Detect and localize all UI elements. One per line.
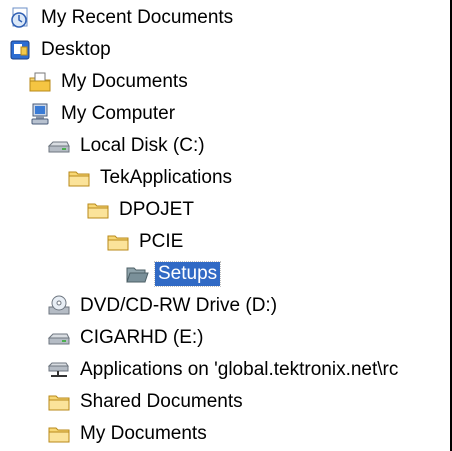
folder-icon [68,171,90,187]
hard-drive-icon [47,141,70,153]
tree-item-label: My Recent Documents [41,7,234,28]
tree-item-label: Applications on 'global.tektronix.net\rc [80,359,399,380]
tree-item-label: My Documents [80,423,207,444]
tree-item-cigarhd-e[interactable]: CIGARHD (E:) [47,324,207,352]
tree-item-label: My Documents [61,71,188,92]
folder-tree-pane: My Recent Documents Desktop My Documents [0,0,452,451]
tree-item-applications-network-drive[interactable]: Applications on 'global.tektronix.net\rc [47,356,401,384]
desktop-icon [10,40,30,60]
folder-icon [107,235,129,251]
hard-drive-icon [47,333,70,345]
folder-open-icon [126,267,149,283]
recent-documents-icon [11,7,28,28]
tree-item-local-disk-c[interactable]: Local Disk (C:) [47,132,208,160]
tree-item-my-documents-shared[interactable]: My Documents [47,420,210,448]
my-computer-icon [31,103,49,125]
tree-item-my-documents[interactable]: My Documents [28,68,191,96]
folder-icon [48,427,70,443]
tree-item-label: DVD/CD-RW Drive (D:) [80,295,278,316]
tree-item-label: CIGARHD (E:) [80,327,204,348]
tree-item-pcie[interactable]: PCIE [106,228,186,256]
tree-item-label: PCIE [139,231,184,252]
folder-icon [48,395,70,411]
network-drive-icon [47,362,69,377]
tree-item-label: Desktop [41,39,111,60]
cd-drive-icon [48,295,70,315]
tree-item-label: My Computer [61,103,176,124]
tree-item-label: TekApplications [100,167,233,188]
tree-item-desktop[interactable]: Desktop [8,36,114,64]
tree-item-setups[interactable]: Setups [125,260,222,288]
tree-item-dpojet[interactable]: DPOJET [86,196,197,224]
tree-item-my-computer[interactable]: My Computer [28,100,178,128]
tree-item-my-recent-documents[interactable]: My Recent Documents [8,4,236,32]
tree-item-label: Local Disk (C:) [80,135,205,156]
folder-icon [87,203,109,219]
my-documents-icon [29,72,51,92]
tree-item-tekapplications[interactable]: TekApplications [67,164,235,192]
tree-item-label: Shared Documents [80,391,243,412]
tree-item-dvd-cd-rw-drive-d[interactable]: DVD/CD-RW Drive (D:) [47,292,280,320]
tree-item-shared-documents[interactable]: Shared Documents [47,388,246,416]
tree-item-label: Setups [153,261,222,287]
tree-item-label: DPOJET [119,199,194,220]
